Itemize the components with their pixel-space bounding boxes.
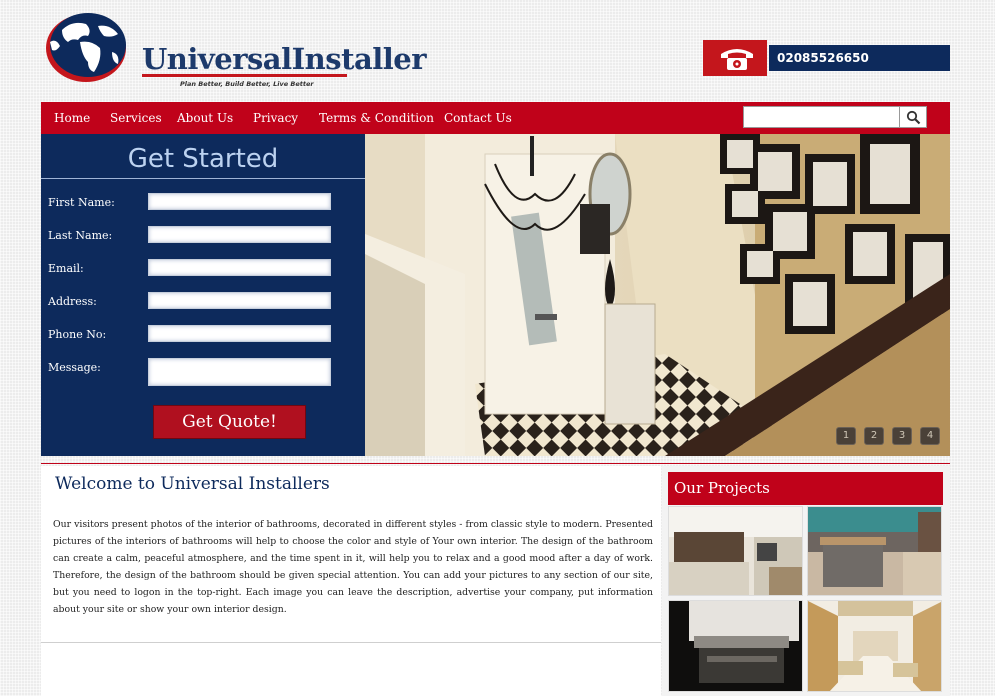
logo-underline xyxy=(142,74,347,77)
logo-wordmark: UniversalInstaller xyxy=(142,42,427,76)
form-divider xyxy=(41,178,365,179)
phone-input[interactable] xyxy=(148,325,331,342)
search-input[interactable] xyxy=(743,106,901,128)
welcome-body: Our visitors present photos of the inter… xyxy=(53,519,653,615)
phone-contact: 02085526650 xyxy=(703,40,950,76)
address-label: Address: xyxy=(48,295,97,308)
project-thumb-2[interactable] xyxy=(807,506,942,596)
kitchen-photo-3 xyxy=(669,601,802,691)
kitchen-photo-2 xyxy=(808,507,941,595)
nav-terms-condition[interactable]: Terms & Condition xyxy=(319,102,434,134)
get-quote-button[interactable]: Get Quote! xyxy=(153,405,306,439)
message-textarea[interactable] xyxy=(148,358,331,386)
projects-title: Our Projects xyxy=(674,479,770,497)
slide-dot-3[interactable]: 3 xyxy=(892,427,912,445)
phone-number-bar: 02085526650 xyxy=(769,45,950,71)
slide-dot-1[interactable]: 1 xyxy=(836,427,856,445)
address-input[interactable] xyxy=(148,292,331,309)
nav-services[interactable]: Services xyxy=(110,102,162,134)
projects-header: Our Projects xyxy=(668,472,943,505)
search-button[interactable] xyxy=(899,106,927,128)
hero-slideshow: 1 2 3 4 xyxy=(365,134,950,456)
projects-section: Our Projects xyxy=(662,466,950,696)
section-divider xyxy=(41,463,950,464)
project-thumb-3[interactable] xyxy=(668,600,803,692)
email-label: Email: xyxy=(48,262,84,275)
first-name-label: First Name: xyxy=(48,196,115,209)
site-logo[interactable]: UniversalInstaller Plan Better, Build Be… xyxy=(42,12,427,92)
slide-dot-4[interactable]: 4 xyxy=(920,427,940,445)
project-thumb-4[interactable] xyxy=(807,600,942,692)
logo-tagline: Plan Better, Build Better, Live Better xyxy=(180,80,314,88)
message-label: Message: xyxy=(48,361,101,374)
kitchen-photo-1 xyxy=(669,507,802,595)
search-icon xyxy=(906,110,921,125)
main-nav: Home Services About Us Privacy Terms & C… xyxy=(41,102,950,134)
form-title: Get Started xyxy=(127,144,279,174)
slide-dot-2[interactable]: 2 xyxy=(864,427,884,445)
email-input[interactable] xyxy=(148,259,331,276)
nav-contact-us[interactable]: Contact Us xyxy=(444,102,512,134)
last-name-input[interactable] xyxy=(148,226,331,243)
nav-about-us[interactable]: About Us xyxy=(177,102,233,134)
phone-number: 02085526650 xyxy=(777,51,869,65)
first-name-input[interactable] xyxy=(148,193,331,210)
globe-logo-icon xyxy=(46,13,126,82)
project-thumb-1[interactable] xyxy=(668,506,803,596)
welcome-title: Welcome to Universal Installers xyxy=(55,474,330,494)
phone-label: Phone No: xyxy=(48,328,107,341)
hallway-photo xyxy=(365,134,950,456)
living-room-photo xyxy=(808,601,941,691)
nav-privacy[interactable]: Privacy xyxy=(253,102,298,134)
quote-form: Get Started First Name: Last Name: Email… xyxy=(41,134,365,456)
telephone-icon xyxy=(721,49,753,70)
content-divider xyxy=(41,642,661,643)
nav-home[interactable]: Home xyxy=(54,102,90,134)
phone-icon-box xyxy=(703,40,767,76)
welcome-section: Welcome to Universal Installers Our visi… xyxy=(41,466,661,696)
last-name-label: Last Name: xyxy=(48,229,113,242)
